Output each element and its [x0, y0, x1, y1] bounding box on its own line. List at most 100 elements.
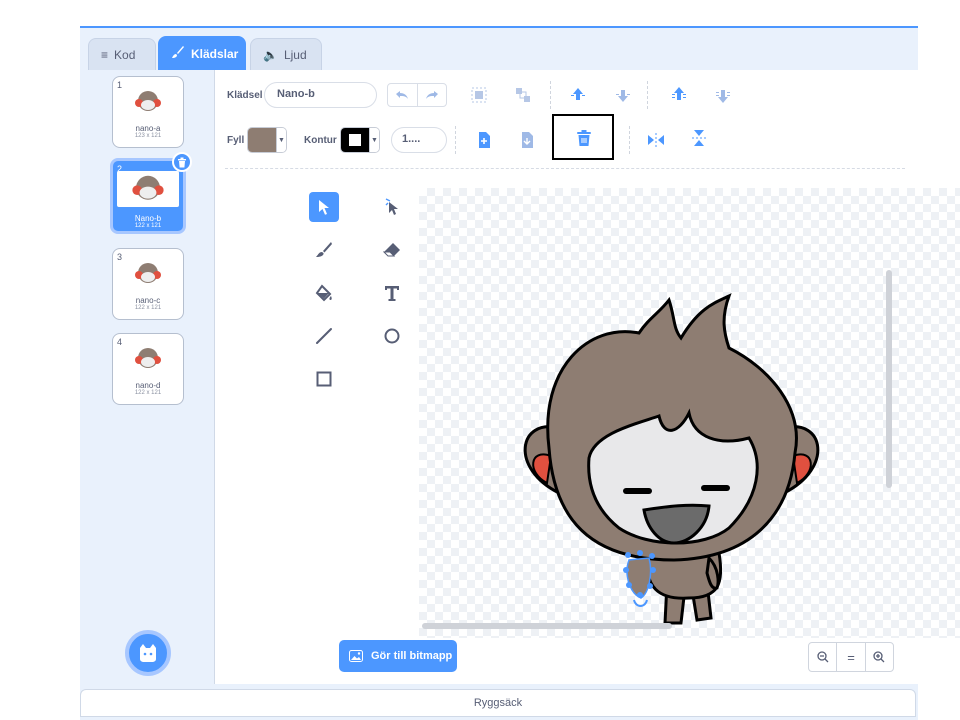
costume-item-selected[interactable]: 2 Nano-b 122 x 121 — [110, 152, 192, 234]
brush-tool[interactable] — [309, 235, 339, 265]
bucket-icon — [315, 284, 332, 302]
costume-name: nano-d — [135, 381, 161, 390]
copy-icon — [479, 132, 490, 148]
forward-icon — [571, 88, 585, 100]
text-tool[interactable] — [377, 278, 407, 308]
outline-width-input[interactable]: 1.... — [391, 127, 447, 153]
redo-button[interactable] — [416, 84, 447, 106]
zoom-out-button[interactable] — [809, 643, 836, 671]
costume-name-input[interactable]: Nano-b — [264, 82, 377, 108]
undo-button[interactable] — [388, 84, 417, 106]
copy-button[interactable] — [472, 128, 496, 152]
paintbrush-icon — [171, 45, 185, 62]
back-button[interactable] — [711, 83, 735, 107]
drawing-canvas[interactable] — [419, 188, 960, 638]
add-costume-button[interactable] — [125, 630, 171, 676]
group-icon — [471, 87, 487, 103]
tab-sounds[interactable]: 🔈 Ljud — [250, 38, 322, 70]
front-button[interactable] — [667, 83, 691, 107]
paste-button[interactable] — [515, 128, 539, 152]
fill-swatch — [248, 128, 276, 152]
divider — [550, 81, 551, 109]
costume-name: Nano-b — [134, 214, 162, 223]
paste-icon — [522, 132, 533, 148]
image-icon — [349, 650, 363, 662]
speaker-icon: 🔈 — [263, 47, 278, 62]
front-icon — [672, 87, 686, 100]
undo-icon — [396, 91, 409, 99]
chevron-down-icon: ▼ — [369, 128, 379, 152]
costume-number: 3 — [117, 252, 123, 262]
ungroup-icon — [516, 88, 530, 102]
convert-to-bitmap-label: Gör till bitmapp — [371, 650, 453, 662]
vertical-scrollbar[interactable] — [886, 270, 892, 488]
zoom-in-icon — [873, 651, 885, 663]
costume-size: 122 x 121 — [134, 390, 162, 396]
flip-horizontal-button[interactable] — [644, 128, 668, 152]
backward-icon — [616, 90, 630, 102]
outline-swatch — [341, 128, 369, 152]
redo-icon — [425, 91, 438, 99]
group-button[interactable] — [467, 83, 491, 107]
tab-code-label: Kod — [114, 47, 136, 62]
costume-thumbnail — [135, 263, 161, 283]
rectangle-tool[interactable] — [309, 364, 339, 394]
outline-label: Kontur — [304, 135, 337, 146]
divider — [455, 126, 456, 154]
convert-to-bitmap-button[interactable]: Gör till bitmapp — [339, 640, 457, 672]
zoom-reset-button[interactable]: = — [836, 643, 864, 671]
line-icon — [316, 328, 332, 344]
line-tool[interactable] — [309, 321, 339, 351]
circle-icon — [384, 328, 400, 344]
costume-item[interactable]: 1 nano-a 123 x 121 — [112, 76, 184, 148]
brush-icon — [316, 242, 332, 257]
toolbar-divider — [225, 168, 905, 169]
flip-vertical-button[interactable] — [687, 126, 711, 150]
costume-thumbnail — [135, 348, 161, 368]
zoom-controls: = — [808, 642, 894, 672]
costume-item[interactable]: 3 nano-c 122 x 121 — [112, 248, 184, 320]
circle-tool[interactable] — [377, 321, 407, 351]
flip-horizontal-icon — [648, 133, 664, 147]
flip-vertical-icon — [692, 130, 706, 146]
zoom-in-button[interactable] — [864, 643, 893, 671]
outline-color-picker[interactable]: ▼ — [340, 127, 380, 153]
zoom-out-icon — [817, 651, 829, 663]
eraser-tool[interactable] — [377, 235, 407, 265]
forward-button[interactable] — [566, 83, 590, 107]
costume-name: nano-a — [135, 124, 161, 133]
costume-thumbnail — [117, 171, 179, 207]
tab-sounds-label: Ljud — [283, 47, 307, 62]
chevron-down-icon: ▼ — [276, 128, 286, 152]
costume-number: 1 — [117, 80, 123, 90]
costume-size: 123 x 121 — [134, 133, 162, 139]
costume-size: 122 x 121 — [134, 223, 162, 229]
tab-code[interactable]: ≡ Kod — [88, 38, 156, 70]
delete-costume-button[interactable] — [172, 152, 192, 172]
fill-tool[interactable] — [309, 278, 339, 308]
costume-size: 122 x 121 — [134, 305, 162, 311]
fill-color-picker[interactable]: ▼ — [247, 127, 287, 153]
cat-add-icon — [140, 644, 156, 662]
delete-button[interactable] — [572, 126, 596, 150]
costume-list: 1 nano-a 123 x 121 2 Nano-b 122 x 121 3 … — [80, 70, 215, 684]
costume-item[interactable]: 4 nano-d 122 x 121 — [112, 333, 184, 405]
tab-costumes-label: Klädslar — [191, 46, 239, 61]
paint-editor: Klädsel Nano-b Fyll ▼ Kontur ▼ 1.... — [215, 70, 960, 684]
eraser-icon — [383, 243, 400, 257]
horizontal-scrollbar[interactable] — [422, 623, 672, 629]
character-drawing — [523, 293, 820, 625]
backpack-label: Ryggsäck — [473, 697, 523, 709]
select-tool[interactable] — [309, 192, 339, 222]
ungroup-button[interactable] — [511, 83, 535, 107]
trash-icon — [178, 157, 186, 167]
text-icon — [385, 286, 399, 301]
costume-name-label: Klädsel — [227, 90, 263, 101]
tab-costumes[interactable]: Klädslar — [158, 36, 246, 70]
reshape-tool[interactable] — [377, 192, 407, 222]
backpack-bar[interactable]: Ryggsäck — [80, 689, 916, 717]
costume-number: 4 — [117, 337, 123, 347]
costume-name: nano-c — [135, 296, 161, 305]
backward-button[interactable] — [611, 83, 635, 107]
costume-number: 2 — [117, 164, 123, 174]
